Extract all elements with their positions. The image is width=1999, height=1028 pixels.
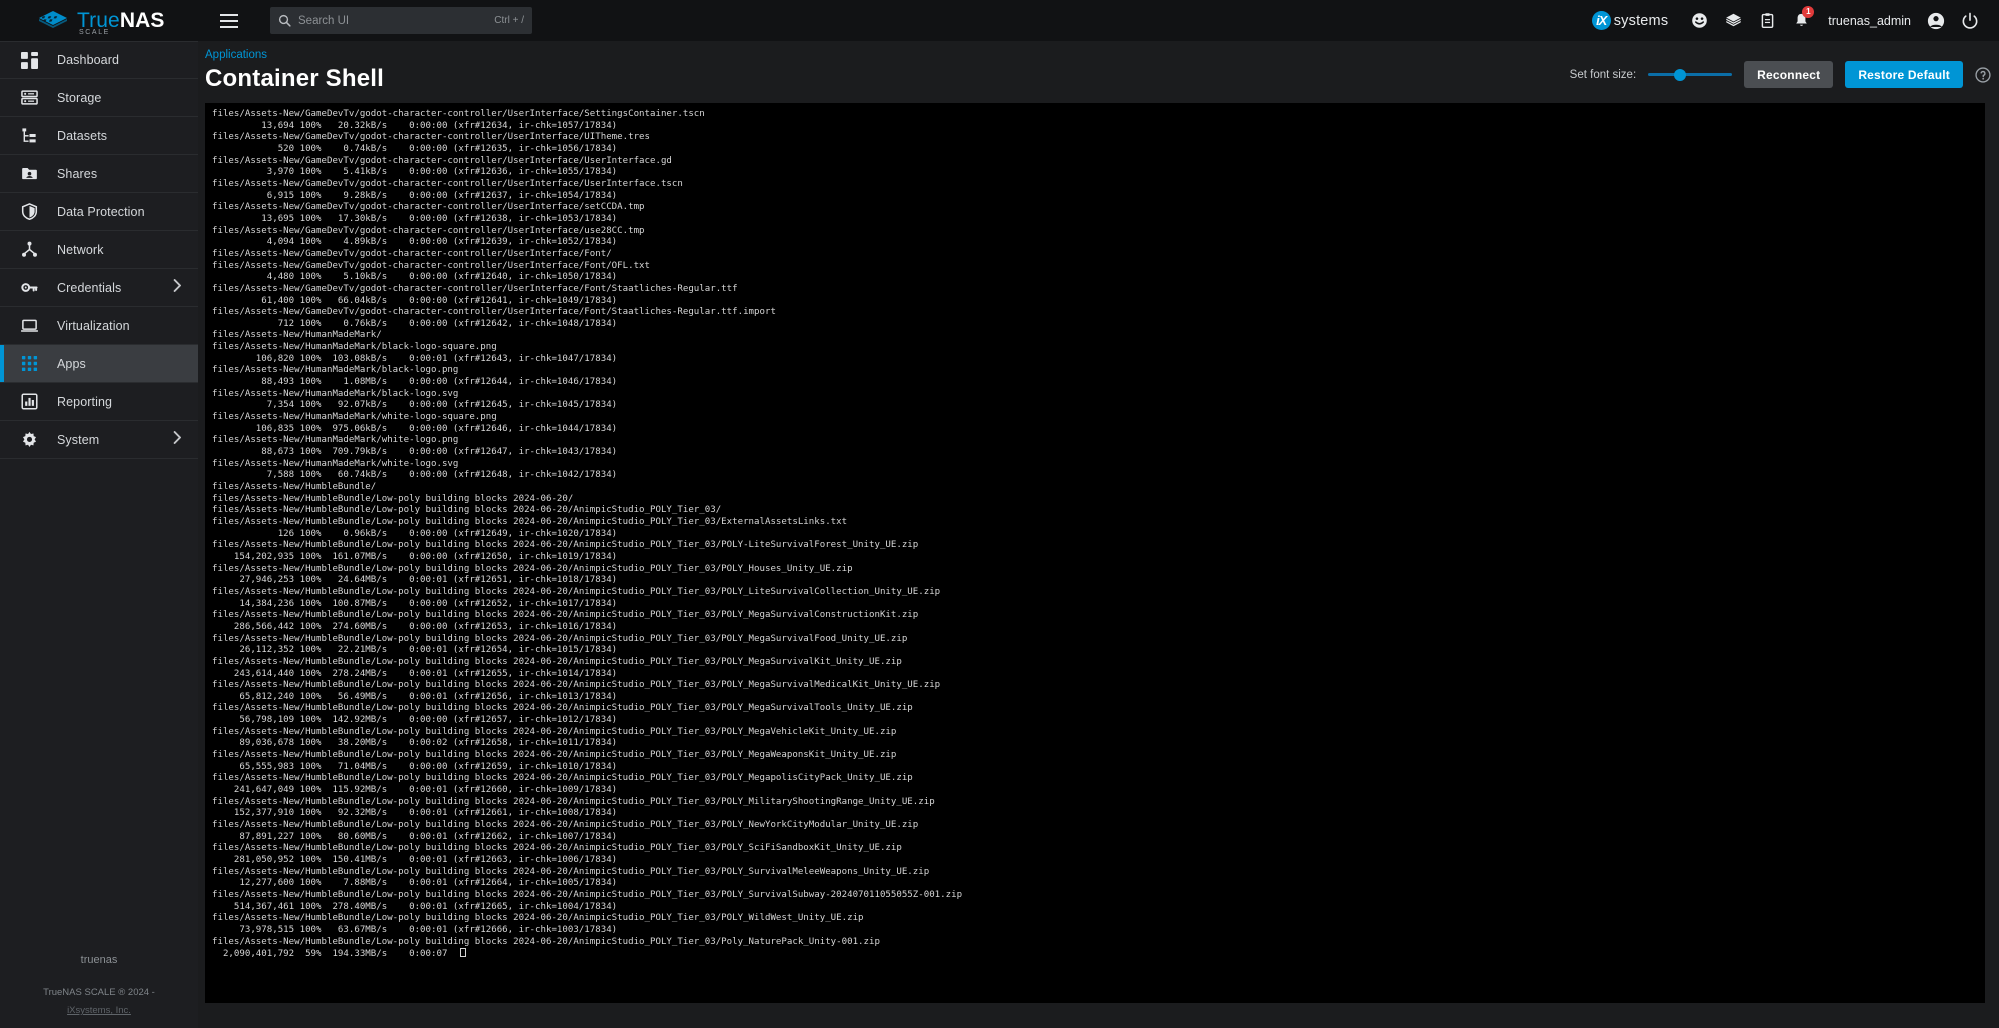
topbar-actions: iX systems 1 truenas_admin bbox=[1591, 0, 1999, 41]
search-shortcut-hint: Ctrl + / bbox=[494, 15, 524, 26]
hostname-label: truenas bbox=[80, 954, 118, 967]
truenas-diamond-icon bbox=[38, 10, 68, 32]
power-icon[interactable] bbox=[1953, 0, 1987, 41]
sidebar-item-network[interactable]: Network bbox=[0, 231, 198, 269]
shield-icon bbox=[20, 202, 39, 221]
sidebar-item-label: System bbox=[57, 432, 100, 447]
truecommand-icon[interactable] bbox=[1716, 0, 1750, 41]
sidebar-item-datasets[interactable]: Datasets bbox=[0, 117, 198, 155]
sidebar-item-label: Shares bbox=[57, 166, 98, 181]
terminal-output: files/Assets-New/GameDevTv/godot-charact… bbox=[212, 109, 963, 960]
sidebar-item-label: Datasets bbox=[57, 128, 108, 143]
bar-chart-icon bbox=[20, 392, 39, 411]
sidebar-item-label: Apps bbox=[57, 356, 86, 371]
sidebar-navigation: Dashboard Storage Datasets Shares Data P… bbox=[0, 41, 198, 1028]
sidebar-footer: truenas TrueNAS SCALE ® 2024 - iXsystems… bbox=[0, 954, 198, 1028]
sidebar-item-credentials[interactable]: Credentials bbox=[0, 269, 198, 307]
shell-toolbar: Set font size: Reconnect Restore Default bbox=[1570, 61, 1991, 88]
brand-scale-text: SCALE bbox=[79, 29, 110, 36]
sidebar-item-virtualization[interactable]: Virtualization bbox=[0, 307, 198, 345]
chevron-right-icon bbox=[173, 278, 182, 297]
shares-icon bbox=[20, 164, 39, 183]
account-circle-icon[interactable] bbox=[1919, 0, 1953, 41]
terminal-cursor bbox=[460, 948, 467, 958]
sidebar-item-label: Reporting bbox=[57, 394, 113, 409]
restore-default-button[interactable]: Restore Default bbox=[1845, 61, 1963, 88]
sidebar-item-label: Dashboard bbox=[57, 53, 120, 67]
copyright-label: TrueNAS SCALE ® 2024 - bbox=[43, 987, 155, 999]
ix-systems-text: systems bbox=[1613, 12, 1669, 29]
slider-thumb[interactable] bbox=[1674, 68, 1687, 81]
brand-nas-text: NAS bbox=[119, 9, 165, 32]
notification-bell-icon[interactable]: 1 bbox=[1784, 0, 1818, 41]
sidebar-item-apps[interactable]: Apps bbox=[0, 345, 198, 383]
page-title: Container Shell bbox=[205, 65, 385, 92]
breadcrumb[interactable]: Applications bbox=[205, 49, 267, 61]
sidebar-item-storage[interactable]: Storage bbox=[0, 79, 198, 117]
sidebar-item-label: Data Protection bbox=[57, 204, 145, 219]
help-circle-icon[interactable] bbox=[1975, 66, 1991, 83]
notification-badge: 1 bbox=[1802, 6, 1815, 18]
slider-track bbox=[1648, 73, 1733, 76]
hamburger-icon[interactable] bbox=[212, 4, 246, 38]
network-icon bbox=[20, 240, 39, 259]
datasets-icon bbox=[20, 126, 39, 145]
sidebar-item-label: Network bbox=[57, 242, 104, 257]
reconnect-button[interactable]: Reconnect bbox=[1744, 61, 1834, 88]
chevron-right-icon bbox=[173, 430, 182, 449]
gear-icon bbox=[20, 430, 39, 449]
ix-badge-icon: iX bbox=[1591, 11, 1611, 30]
sidebar-item-system[interactable]: System bbox=[0, 421, 198, 459]
search-input[interactable] bbox=[298, 14, 488, 27]
sidebar-item-reporting[interactable]: Reporting bbox=[0, 383, 198, 421]
font-size-slider[interactable] bbox=[1648, 68, 1733, 82]
container-shell-terminal[interactable]: files/Assets-New/GameDevTv/godot-charact… bbox=[205, 103, 1985, 1003]
sidebar-item-data-protection[interactable]: Data Protection bbox=[0, 193, 198, 231]
top-navigation-bar: TrueNAS SCALE Ctrl + / iX systems bbox=[0, 0, 1999, 41]
storage-icon bbox=[20, 88, 39, 107]
dashboard-icon bbox=[20, 51, 39, 70]
viewport-right-edge bbox=[1995, 41, 1999, 1028]
search-ui-container[interactable]: Ctrl + / bbox=[270, 7, 532, 34]
search-icon bbox=[278, 14, 291, 27]
clipboard-tasks-icon[interactable] bbox=[1750, 0, 1784, 41]
username-label: truenas_admin bbox=[1828, 13, 1911, 28]
brand-logo[interactable]: TrueNAS SCALE bbox=[0, 0, 198, 41]
font-size-label: Set font size: bbox=[1569, 68, 1637, 81]
ixsystems-logo: iX systems bbox=[1591, 11, 1669, 30]
apps-grid-icon bbox=[20, 354, 39, 373]
monitor-icon bbox=[20, 316, 39, 335]
ixsystems-link[interactable]: iXsystems, Inc. bbox=[67, 1005, 131, 1016]
smiley-face-icon[interactable] bbox=[1682, 0, 1716, 41]
sidebar-item-label: Virtualization bbox=[57, 318, 130, 333]
main-content: Applications Container Shell Set font si… bbox=[198, 41, 1999, 1028]
sidebar-item-dashboard[interactable]: Dashboard bbox=[0, 41, 198, 79]
sidebar-item-shares[interactable]: Shares bbox=[0, 155, 198, 193]
key-icon bbox=[20, 278, 39, 297]
sidebar-item-label: Storage bbox=[57, 90, 102, 105]
sidebar-item-label: Credentials bbox=[57, 280, 122, 295]
